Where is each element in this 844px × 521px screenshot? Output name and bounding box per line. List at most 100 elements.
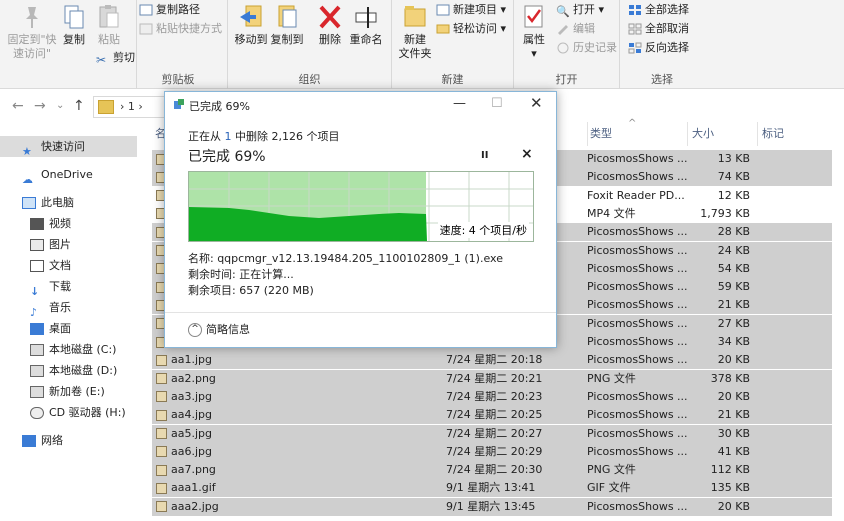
sidebar-item-music[interactable]: ♪ 音乐 <box>0 297 137 319</box>
forward-arrow-icon[interactable]: → <box>34 98 46 114</box>
copy-icon <box>64 5 84 29</box>
file-size: 13 KB <box>717 152 750 165</box>
table-row[interactable]: aa6.jpg 7/24 星期二 20:29 PicosmosShows ... 41… <box>152 442 832 461</box>
progress-graph: 速度: 4 个项目/秒 <box>188 171 534 242</box>
sidebar-item-quick-access[interactable]: ★ 快速访问 <box>0 136 137 158</box>
file-name: aa7.png <box>156 461 216 479</box>
minimize-button[interactable]: — <box>453 96 466 111</box>
file-size: 21 KB <box>717 408 750 422</box>
file-type: PicosmosShows ... <box>587 408 688 422</box>
file-type: PicosmosShows ... <box>587 335 688 348</box>
table-row[interactable]: aaa1.gif 9/1 星期六 13:41 GIF 文件 135 KB <box>152 479 832 498</box>
rename-button[interactable]: 重命名 <box>346 3 386 47</box>
file-name: aa3.jpg <box>156 388 212 406</box>
file-type: PicosmosShows ... <box>587 280 688 294</box>
file-type: MP4 文件 <box>587 206 636 220</box>
sidebar-item-drive-c[interactable]: 本地磁盘 (C:) <box>0 339 137 360</box>
file-size: 59 KB <box>717 280 750 294</box>
edit-button[interactable]: 编辑 <box>556 21 595 37</box>
select-all-button[interactable]: 全部选择 <box>628 2 689 18</box>
cd-drive-icon <box>30 407 44 419</box>
sidebar-item-drive-d[interactable]: 本地磁盘 (D:) <box>0 360 137 381</box>
file-date: 7/24 星期二 20:29 <box>446 444 543 458</box>
drive-icon <box>30 386 44 398</box>
breadcrumb[interactable]: › 1 › <box>120 100 143 113</box>
file-type: PNG 文件 <box>587 463 636 477</box>
pause-button[interactable]: II <box>481 150 488 161</box>
table-row[interactable]: aa3.jpg 7/24 星期二 20:23 PicosmosShows ... 20… <box>152 387 832 406</box>
fewer-details-toggle[interactable]: ^ 简略信息 <box>188 321 250 337</box>
column-header-type[interactable]: 类型 <box>587 122 687 146</box>
file-name: aa5.jpg <box>156 425 212 443</box>
sidebar-item-pictures[interactable]: 图片 <box>0 234 137 255</box>
sidebar-item-this-pc[interactable]: 此电脑 <box>0 192 137 213</box>
copy-button[interactable]: 复制 <box>60 3 88 47</box>
source-folder-link[interactable]: 1 <box>225 130 232 143</box>
file-name: aaa1.gif <box>156 479 216 497</box>
open-button[interactable]: 🔍 打开 ▾ <box>556 2 604 18</box>
easy-access-button[interactable]: 轻松访问 ▾ <box>436 21 506 37</box>
network-icon <box>22 435 36 447</box>
sidebar-item-drive-e[interactable]: 新加卷 (E:) <box>0 381 137 402</box>
paste-button[interactable]: 粘贴 <box>94 3 124 47</box>
file-size: 1,793 KB <box>700 206 750 220</box>
properties-button[interactable]: 属性 ▾ <box>520 3 548 61</box>
video-icon <box>30 218 44 230</box>
new-item-button[interactable]: 新建项目 ▾ <box>436 2 506 18</box>
file-type: PicosmosShows ... <box>587 389 688 403</box>
cloud-icon: ☁ <box>22 173 33 186</box>
table-row[interactable]: aa5.jpg 7/24 星期二 20:27 PicosmosShows ... 30… <box>152 424 832 443</box>
open-group: 属性 ▾ 🔍 打开 ▾ 编辑 历史记录 打开 <box>514 0 620 89</box>
delete-progress-dialog: 已完成 69% — ☐ ✕ 正在从 1 中删除 2,126 个项目 已完成 69… <box>164 91 557 348</box>
delete-button[interactable]: 删除 <box>316 3 344 47</box>
table-row[interactable]: aaa2.jpg 9/1 星期六 13:45 PicosmosShows ... 20… <box>152 497 832 516</box>
close-button[interactable]: ✕ <box>530 94 543 112</box>
file-size: 54 KB <box>717 261 750 275</box>
file-size: 24 KB <box>717 243 750 257</box>
column-header-size[interactable]: 大小 <box>687 122 757 146</box>
chevron-down-icon[interactable]: ⌄ <box>56 100 64 111</box>
clipboard-group: 固定到"快 速访问" 复制 粘贴 复制路径 粘贴快捷方式 ✂ 剪切 剪贴板 <box>0 0 222 89</box>
file-name: aa1.jpg <box>156 351 212 369</box>
folder-icon <box>98 100 114 114</box>
speed-label: 速度: 4 个项目/秒 <box>437 222 529 238</box>
cut-button[interactable]: ✂ 剪切 <box>96 50 135 67</box>
table-row[interactable]: aa7.png 7/24 星期二 20:30 PNG 文件 112 KB <box>152 461 832 480</box>
sidebar-item-network[interactable]: 网络 <box>0 430 137 451</box>
paste-shortcut-icon <box>139 23 153 35</box>
maximize-button[interactable]: ☐ <box>491 96 503 111</box>
sidebar-item-videos[interactable]: 视频 <box>0 213 137 234</box>
paste-shortcut-button[interactable]: 粘贴快捷方式 <box>139 21 222 37</box>
download-icon: ↓ <box>30 285 40 298</box>
invert-selection-button[interactable]: 反向选择 <box>628 40 689 56</box>
cancel-button[interactable]: × <box>521 146 533 162</box>
file-size: 41 KB <box>717 444 750 458</box>
file-size: 135 KB <box>710 481 750 495</box>
sidebar-item-onedrive[interactable]: ☁ OneDrive <box>0 164 137 186</box>
new-folder-button[interactable]: 新建 文件夹 <box>396 3 434 61</box>
remaining-time: 剩余时间: 正在计算... <box>188 268 294 281</box>
back-arrow-icon[interactable]: ← <box>12 98 24 114</box>
desktop-icon <box>30 323 44 335</box>
copy-path-button[interactable]: 复制路径 <box>139 2 200 18</box>
sidebar-item-desktop[interactable]: 桌面 <box>0 318 137 339</box>
move-to-button[interactable]: 移动到 <box>234 3 268 47</box>
sidebar-item-documents[interactable]: 文档 <box>0 255 137 276</box>
sidebar-item-drive-h[interactable]: CD 驱动器 (H:) <box>0 402 137 423</box>
drive-icon <box>30 344 44 356</box>
file-name: aa2.png <box>156 370 216 388</box>
up-arrow-icon[interactable]: ↑ <box>73 98 85 114</box>
address-bar[interactable]: › 1 › <box>93 96 173 118</box>
history-button[interactable]: 历史记录 <box>556 40 617 56</box>
sidebar-item-downloads[interactable]: ↓ 下载 <box>0 276 137 298</box>
table-row[interactable]: aa4.jpg 7/24 星期二 20:25 PicosmosShows ... 21… <box>152 406 832 425</box>
table-row[interactable]: aa2.png 7/24 星期二 20:21 PNG 文件 378 KB <box>152 369 832 388</box>
copy-to-button[interactable]: 复制到 <box>270 3 304 47</box>
pin-quick-access-button[interactable]: 固定到"快 速访问" <box>4 3 60 61</box>
file-type: PicosmosShows ... <box>587 152 688 165</box>
file-type: PNG 文件 <box>587 371 636 385</box>
table-row[interactable]: aa1.jpg 7/24 星期二 20:18 PicosmosShows ... 20… <box>152 351 832 370</box>
select-none-button[interactable]: 全部取消 <box>628 21 689 37</box>
column-header-tag[interactable]: 标记 <box>757 122 837 146</box>
file-size: 30 KB <box>717 426 750 440</box>
